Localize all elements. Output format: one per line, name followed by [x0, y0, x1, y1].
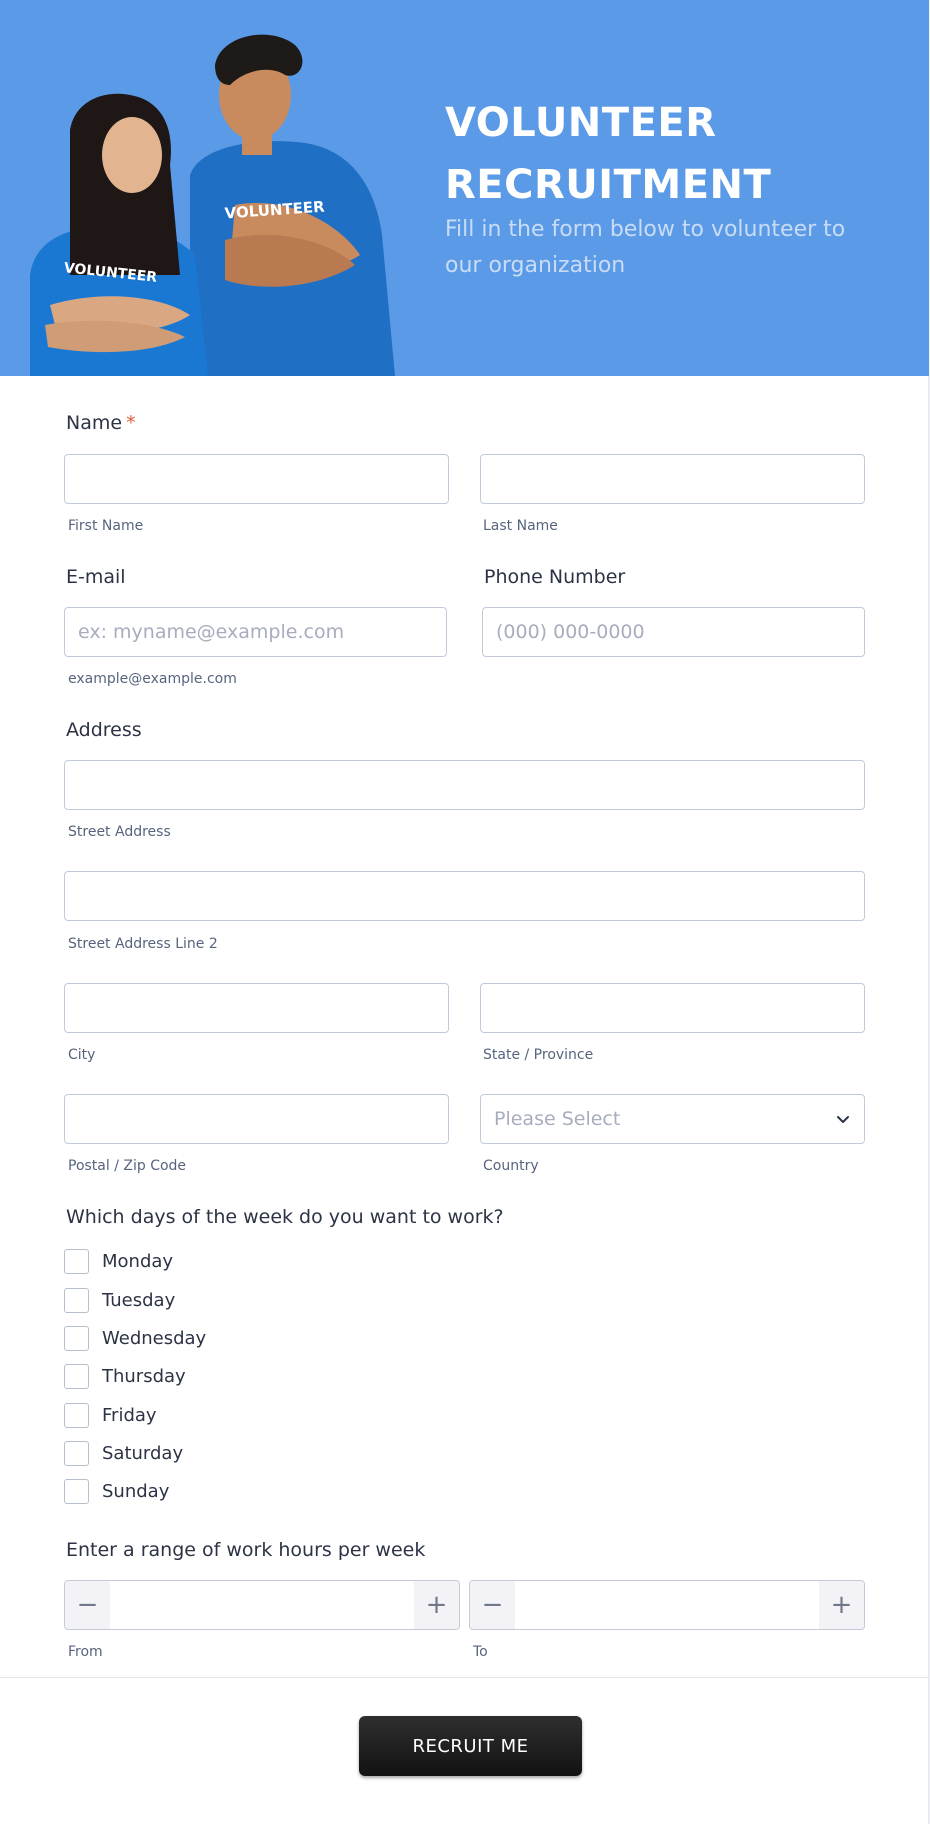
increment-button[interactable]: +: [819, 1581, 864, 1629]
form-card: VOLUNTEER VOLUNTEER VOLUNTEER RECRUITMEN…: [0, 0, 929, 1824]
checkbox[interactable]: [64, 1364, 89, 1389]
zip-input[interactable]: [64, 1094, 449, 1144]
recruit-me-button[interactable]: RECRUIT ME: [359, 1716, 582, 1776]
street-address-line2-input[interactable]: [64, 871, 865, 921]
decrement-button[interactable]: −: [65, 1581, 110, 1629]
country-sublabel: Country: [483, 1158, 539, 1174]
first-name-input[interactable]: [64, 454, 449, 504]
chevron-down-icon: [837, 1116, 849, 1123]
checkbox[interactable]: [64, 1249, 89, 1274]
day-option-label: Thursday: [102, 1366, 186, 1387]
email-sublabel: example@example.com: [68, 671, 237, 687]
day-option-label: Friday: [102, 1405, 157, 1426]
day-option-friday[interactable]: Friday: [64, 1403, 157, 1428]
form-header: VOLUNTEER VOLUNTEER VOLUNTEER RECRUITMEN…: [0, 0, 929, 376]
day-option-label: Tuesday: [102, 1290, 176, 1311]
state-input[interactable]: [480, 983, 865, 1033]
hours-from-stepper: − +: [64, 1580, 460, 1630]
country-select[interactable]: Please Select: [480, 1094, 865, 1144]
street-address-line2-sublabel: Street Address Line 2: [68, 936, 218, 952]
last-name-input[interactable]: [480, 454, 865, 504]
day-option-label: Saturday: [102, 1443, 184, 1464]
volunteers-photo: VOLUNTEER VOLUNTEER: [30, 34, 395, 376]
name-label: Name *: [66, 412, 136, 434]
divider: [0, 1677, 929, 1678]
day-option-sunday[interactable]: Sunday: [64, 1479, 169, 1504]
phone-label: Phone Number: [484, 566, 626, 588]
day-option-saturday[interactable]: Saturday: [64, 1441, 183, 1466]
hours-from-sublabel: From: [68, 1644, 103, 1660]
hours-to-stepper: − +: [469, 1580, 865, 1630]
day-option-monday[interactable]: Monday: [64, 1249, 173, 1274]
phone-input[interactable]: [482, 607, 865, 657]
hours-to-input[interactable]: [515, 1581, 819, 1629]
checkbox[interactable]: [64, 1441, 89, 1466]
required-mark: *: [126, 412, 136, 434]
name-label-text: Name: [66, 412, 123, 434]
day-option-thursday[interactable]: Thursday: [64, 1364, 186, 1389]
zip-sublabel: Postal / Zip Code: [68, 1158, 187, 1174]
hours-to-sublabel: To: [473, 1644, 488, 1660]
checkbox[interactable]: [64, 1288, 89, 1313]
increment-button[interactable]: +: [414, 1581, 459, 1629]
checkbox[interactable]: [64, 1326, 89, 1351]
last-name-sublabel: Last Name: [483, 518, 558, 534]
day-option-label: Wednesday: [102, 1328, 207, 1349]
title-line-2: RECRUITMENT: [445, 162, 772, 208]
day-option-label: Sunday: [102, 1481, 170, 1502]
page-subtitle: Fill in the form below to volunteer to o…: [445, 217, 846, 278]
page-title: VOLUNTEER RECRUITMENT: [445, 92, 895, 216]
city-input[interactable]: [64, 983, 449, 1033]
country-select-value: Please Select: [494, 1108, 621, 1130]
days-question: Which days of the week do you want to wo…: [66, 1206, 504, 1228]
city-sublabel: City: [68, 1047, 96, 1063]
hours-question: Enter a range of work hours per week: [66, 1539, 426, 1561]
title-line-1: VOLUNTEER: [445, 100, 717, 146]
state-sublabel: State / Province: [483, 1047, 594, 1063]
first-name-sublabel: First Name: [68, 518, 144, 534]
checkbox[interactable]: [64, 1403, 89, 1428]
decrement-button[interactable]: −: [470, 1581, 515, 1629]
street-address-sublabel: Street Address: [68, 824, 171, 840]
day-option-wednesday[interactable]: Wednesday: [64, 1326, 206, 1351]
day-option-tuesday[interactable]: Tuesday: [64, 1288, 175, 1313]
street-address-input[interactable]: [64, 760, 865, 810]
email-label: E-mail: [66, 566, 126, 588]
address-label: Address: [66, 719, 142, 741]
hours-from-input[interactable]: [110, 1581, 414, 1629]
checkbox[interactable]: [64, 1479, 89, 1504]
email-input[interactable]: [64, 607, 447, 657]
day-option-label: Monday: [102, 1251, 174, 1272]
